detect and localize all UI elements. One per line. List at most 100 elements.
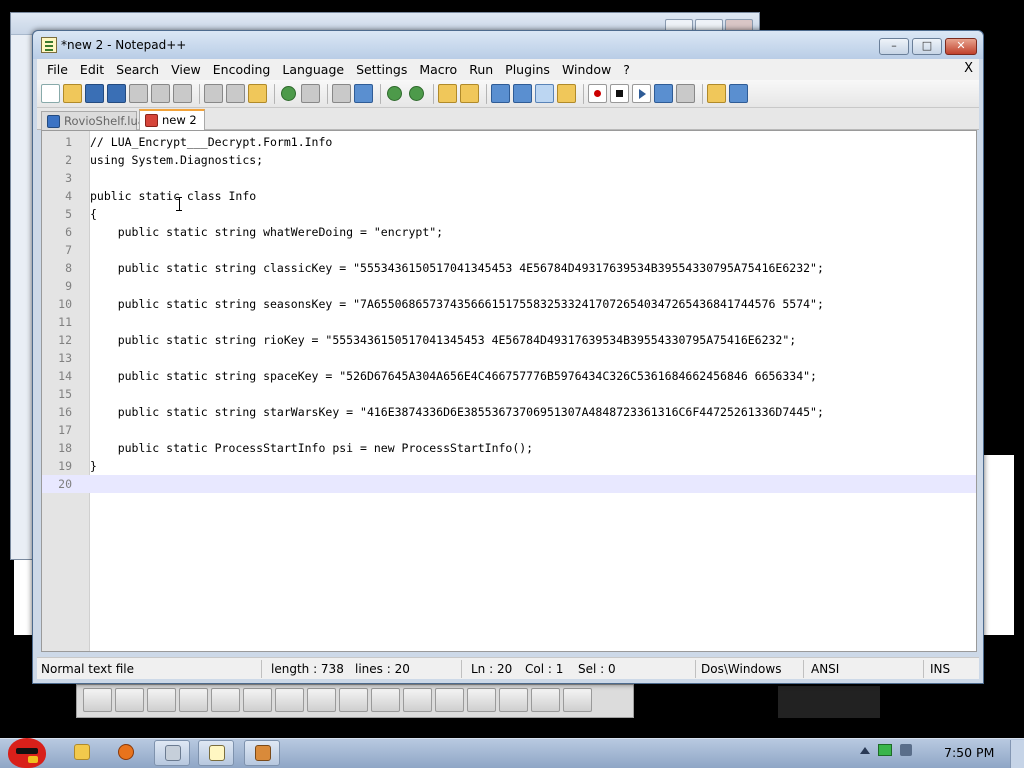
copy-icon[interactable] [226,84,245,103]
line-code: public static string seasonsKey = "7A655… [90,297,824,311]
redo-icon[interactable] [301,84,320,103]
menu-run[interactable]: Run [463,62,499,77]
line-number: 6 [65,225,72,239]
toolbar-separator [702,83,703,104]
taskbar-app-window[interactable] [154,740,190,766]
background-dark-panel [778,686,880,718]
show-desktop-button[interactable] [1010,740,1024,768]
menu-view[interactable]: View [165,62,207,77]
editor-line[interactable]: 14 public static string spaceKey = "526D… [42,367,976,385]
minimize-button[interactable]: – [879,38,909,55]
system-tray [860,744,912,756]
status-eol: Dos\Windows [701,662,782,676]
status-divider [695,660,696,678]
line-number: 3 [65,171,72,185]
line-number: 13 [58,351,72,365]
macro-record-icon[interactable] [588,84,607,103]
line-number: 20 [58,477,72,491]
menu-language[interactable]: Language [276,62,350,77]
status-filetype: Normal text file [41,662,135,676]
print-icon[interactable] [173,84,192,103]
background-palette [76,684,634,718]
taskbar-firefox[interactable] [108,740,144,766]
zoom-in-icon[interactable] [387,86,402,101]
line-number: 14 [58,369,72,383]
status-column: Col : 1 [525,662,564,676]
status-selection: Sel : 0 [578,662,616,676]
macro-save-icon[interactable] [676,84,695,103]
cut-icon[interactable] [204,84,223,103]
tab-rovioshelf[interactable]: RovioShelf.lua [41,111,145,130]
editor-line[interactable]: 8 public static string classicKey = "555… [42,259,976,277]
macro-run-multiple-icon[interactable] [654,84,673,103]
plugin-icon[interactable] [707,84,726,103]
menu-settings[interactable]: Settings [350,62,413,77]
menu-encoding[interactable]: Encoding [207,62,277,77]
menu-window[interactable]: Window [556,62,617,77]
paintbrush-icon [255,745,271,761]
title-bar[interactable]: *new 2 - Notepad++ – □ ✕ [33,31,983,59]
macro-play-icon[interactable] [632,84,651,103]
editor-line[interactable]: 20 [42,475,976,493]
zoom-out-icon[interactable] [409,86,424,101]
start-button[interactable] [4,732,48,768]
close-button[interactable]: ✕ [945,38,977,55]
close-document-button[interactable]: X [964,61,973,76]
menu-search[interactable]: Search [110,62,165,77]
paste-icon[interactable] [248,84,267,103]
show-hidden-icons-icon[interactable] [860,746,870,754]
editor-line[interactable]: 9 [42,277,976,295]
undo-icon[interactable] [281,86,296,101]
code-editor[interactable]: 1 // LUA_Encrypt___Decrypt.Form1.Info 2 usi… [41,130,977,652]
volume-icon[interactable] [900,744,912,756]
editor-line[interactable]: 7 [42,241,976,259]
close-file-icon[interactable] [129,84,148,103]
show-all-characters-icon[interactable] [513,84,532,103]
save-all-icon[interactable] [107,84,126,103]
line-number: 1 [65,135,72,149]
word-wrap-icon[interactable] [491,84,510,103]
sync-vertical-icon[interactable] [438,84,457,103]
editor-line[interactable]: 15 [42,385,976,403]
line-number: 10 [58,297,72,311]
language-icon[interactable] [557,84,576,103]
open-file-icon[interactable] [63,84,82,103]
spellcheck-icon[interactable] [729,84,748,103]
taskbar-paint[interactable] [244,740,280,766]
editor-line[interactable]: 6 public static string whatWereDoing = "… [42,223,976,241]
line-code: public static ProcessStartInfo psi = new… [90,441,534,455]
toolbar-separator [380,83,381,104]
menu-macro[interactable]: Macro [413,62,463,77]
menu-file[interactable]: File [41,62,74,77]
editor-line[interactable]: 2 using System.Diagnostics; [42,151,976,169]
tab-new-2[interactable]: new 2 [139,109,205,130]
save-icon[interactable] [85,84,104,103]
taskbar-clock[interactable]: 7:50 PM [944,745,994,760]
editor-line[interactable]: 3 [42,169,976,187]
replace-icon[interactable] [354,84,373,103]
find-icon[interactable] [332,84,351,103]
menu-help[interactable]: ? [617,62,636,77]
menu-edit[interactable]: Edit [74,62,110,77]
taskbar-explorer[interactable] [64,740,100,766]
editor-line[interactable]: 17 [42,421,976,439]
macro-stop-icon[interactable] [610,84,629,103]
menu-plugins[interactable]: Plugins [499,62,556,77]
editor-line[interactable]: 18 public static ProcessStartInfo psi = … [42,439,976,457]
editor-line[interactable]: 13 [42,349,976,367]
editor-line[interactable]: 11 [42,313,976,331]
power-icon[interactable] [878,744,892,756]
sync-horizontal-icon[interactable] [460,84,479,103]
toolbar-separator [433,83,434,104]
maximize-button[interactable]: □ [912,38,942,55]
indent-guide-icon[interactable] [535,84,554,103]
line-number: 11 [58,315,72,329]
editor-line[interactable]: 1 // LUA_Encrypt___Decrypt.Form1.Info [42,133,976,151]
taskbar-notepadpp[interactable] [198,740,234,766]
close-all-icon[interactable] [151,84,170,103]
editor-line[interactable]: 10 public static string seasonsKey = "7A… [42,295,976,313]
editor-line[interactable]: 16 public static string starWarsKey = "4… [42,403,976,421]
editor-line[interactable]: 19} [42,457,976,475]
editor-line[interactable]: 12 public static string rioKey = "555343… [42,331,976,349]
new-file-icon[interactable] [41,84,60,103]
